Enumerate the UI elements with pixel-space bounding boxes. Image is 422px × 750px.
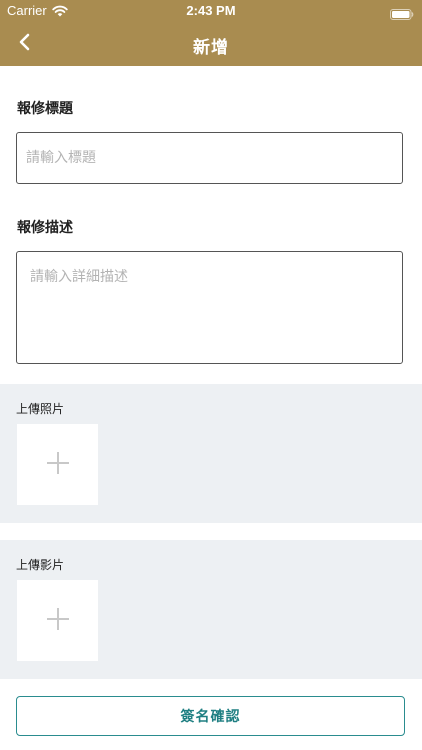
status-bar: Carrier 2:43 PM: [0, 0, 422, 22]
plus-icon: [46, 451, 70, 479]
plus-icon: [46, 607, 70, 635]
title-label: 報修標題: [17, 101, 73, 117]
add-photo-button[interactable]: [17, 424, 98, 505]
description-input[interactable]: [16, 251, 403, 364]
video-upload-label: 上傳影片: [16, 558, 65, 572]
battery-full-icon: [390, 5, 414, 20]
signature-confirm-button[interactable]: 簽名確認: [16, 696, 405, 736]
video-upload-section: 上傳影片: [0, 540, 422, 679]
title-input[interactable]: [16, 132, 403, 184]
photo-upload-label: 上傳照片: [16, 402, 65, 416]
add-video-button[interactable]: [17, 580, 98, 661]
page-title: 新增: [193, 38, 229, 58]
photo-upload-section: 上傳照片: [0, 384, 422, 523]
description-label: 報修描述: [17, 220, 73, 236]
nav-bar: 新增: [0, 22, 422, 66]
app-header: Carrier 2:43 PM 新增: [0, 0, 422, 66]
status-time: 2:43 PM: [186, 3, 236, 18]
